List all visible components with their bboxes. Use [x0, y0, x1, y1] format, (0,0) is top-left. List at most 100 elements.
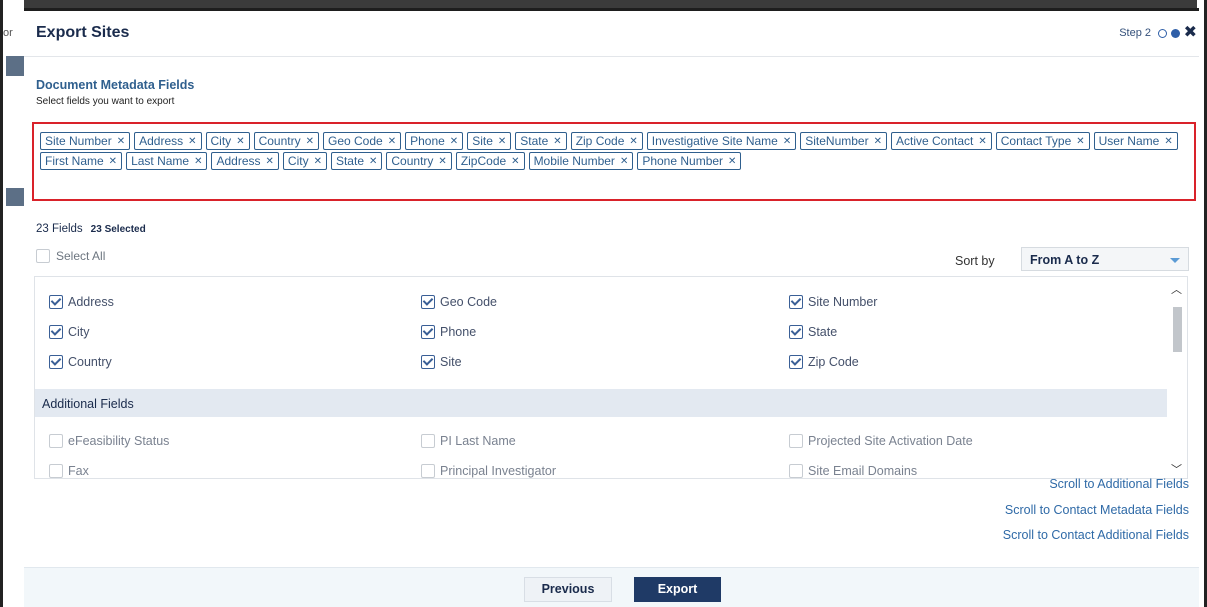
field-checkbox-item[interactable]: Projected Site Activation Date: [789, 434, 973, 448]
scroll-to-contact-additional-fields-link[interactable]: Scroll to Contact Additional Fields: [1003, 528, 1189, 542]
checkbox-icon: [49, 464, 63, 478]
selected-field-tag[interactable]: SiteNumber ✕: [800, 132, 887, 150]
remove-tag-icon[interactable]: ✕: [236, 136, 244, 147]
remove-tag-icon[interactable]: ✕: [1164, 136, 1172, 147]
selected-field-tag[interactable]: State ✕: [515, 132, 567, 150]
selected-field-tag[interactable]: Country ✕: [386, 152, 452, 170]
scroll-to-additional-fields-link[interactable]: Scroll to Additional Fields: [1049, 477, 1189, 491]
field-checkbox-item[interactable]: Zip Code: [789, 355, 859, 369]
remove-tag-icon[interactable]: ✕: [620, 156, 628, 167]
selected-field-tag[interactable]: Country ✕: [253, 132, 319, 150]
remove-tag-icon[interactable]: ✕: [498, 136, 506, 147]
remove-tag-icon[interactable]: ✕: [188, 136, 196, 147]
remove-tag-icon[interactable]: ✕: [306, 136, 314, 147]
field-checkbox-item[interactable]: City: [49, 325, 90, 339]
sort-by-dropdown[interactable]: From A to Z: [1021, 247, 1189, 271]
tag-label: Phone: [410, 134, 445, 148]
selected-field-tag[interactable]: Site ✕: [467, 132, 512, 150]
field-checkbox-item[interactable]: PI Last Name: [421, 434, 516, 448]
field-label: Address: [68, 295, 114, 309]
field-label: Site Number: [808, 295, 878, 309]
tag-label: Geo Code: [328, 134, 383, 148]
selected-field-tag[interactable]: Phone Number ✕: [637, 152, 742, 170]
tag-label: Active Contact: [895, 134, 974, 148]
scroll-to-contact-metadata-fields-link[interactable]: Scroll to Contact Metadata Fields: [1005, 503, 1189, 517]
select-all-checkbox[interactable]: Select All: [36, 249, 105, 263]
tag-label: Contact Type: [1000, 134, 1072, 148]
export-button[interactable]: Export: [634, 577, 721, 602]
additional-fields-header: Additional Fields: [35, 389, 1168, 417]
remove-tag-icon[interactable]: ✕: [314, 156, 322, 167]
remove-tag-icon[interactable]: ✕: [109, 156, 117, 167]
remove-tag-icon[interactable]: ✕: [266, 156, 274, 167]
sort-by-label: Sort by: [955, 254, 995, 268]
selected-field-tag[interactable]: Zip Code ✕: [570, 132, 643, 150]
field-checkbox-item[interactable]: Phone: [421, 325, 476, 339]
modal-header: Export Sites Step 2 ✖: [24, 11, 1199, 57]
selected-field-tag[interactable]: Address ✕: [134, 132, 202, 150]
field-label: Projected Site Activation Date: [808, 434, 973, 448]
chevron-down-icon[interactable]: ﹀: [1171, 461, 1182, 477]
selected-field-tag[interactable]: First Name ✕: [40, 152, 123, 170]
field-checkbox-item[interactable]: Country: [49, 355, 112, 369]
field-checkbox-item[interactable]: Principal Investigator: [421, 464, 556, 478]
tag-label: Address: [216, 154, 261, 168]
field-checkbox-item[interactable]: Geo Code: [421, 295, 497, 309]
remove-tag-icon[interactable]: ✕: [369, 156, 377, 167]
selected-field-tag[interactable]: Contact Type ✕: [995, 132, 1090, 150]
remove-tag-icon[interactable]: ✕: [117, 136, 125, 147]
selected-field-tag[interactable]: Geo Code ✕: [323, 132, 402, 150]
remove-tag-icon[interactable]: ✕: [783, 136, 791, 147]
selected-field-tag[interactable]: Last Name ✕: [126, 152, 208, 170]
checked-checkbox-icon: [49, 355, 63, 369]
selected-field-tag[interactable]: ZipCode ✕: [455, 152, 525, 170]
remove-tag-icon[interactable]: ✕: [1076, 136, 1084, 147]
checkbox-icon: [49, 434, 63, 448]
remove-tag-icon[interactable]: ✕: [388, 136, 396, 147]
field-checkbox-item[interactable]: Address: [49, 295, 114, 309]
selected-field-tag[interactable]: Investigative Site Name ✕: [646, 132, 797, 150]
selected-field-tag[interactable]: Site Number ✕: [40, 132, 131, 150]
checkbox-icon: [789, 464, 803, 478]
remove-tag-icon[interactable]: ✕: [978, 136, 986, 147]
sort-by-value: From A to Z: [1030, 253, 1100, 267]
chevron-up-icon[interactable]: ︿: [1171, 281, 1182, 297]
field-checkbox-item[interactable]: State: [789, 325, 837, 339]
checkbox-icon: [36, 249, 50, 263]
selected-field-tag[interactable]: Address ✕: [211, 152, 279, 170]
field-checkbox-item[interactable]: Fax: [49, 464, 89, 478]
field-checkbox-item[interactable]: Site Email Domains: [789, 464, 917, 478]
scroll-thumb[interactable]: [1173, 307, 1182, 352]
remove-tag-icon[interactable]: ✕: [450, 136, 458, 147]
remove-tag-icon[interactable]: ✕: [553, 136, 561, 147]
selected-field-tag[interactable]: State ✕: [330, 152, 383, 170]
field-label: Fax: [68, 464, 89, 478]
remove-tag-icon[interactable]: ✕: [438, 156, 446, 167]
previous-button[interactable]: Previous: [524, 577, 612, 602]
selected-field-tag[interactable]: Mobile Number ✕: [528, 152, 634, 170]
selected-field-tag[interactable]: User Name ✕: [1093, 132, 1178, 150]
selected-field-tag[interactable]: City ✕: [205, 132, 250, 150]
close-icon[interactable]: ✖: [1184, 22, 1197, 42]
remove-tag-icon[interactable]: ✕: [874, 136, 882, 147]
field-checkbox-item[interactable]: eFeasibility Status: [49, 434, 169, 448]
remove-tag-icon[interactable]: ✕: [194, 156, 202, 167]
field-checkbox-item[interactable]: Site Number: [789, 295, 877, 309]
remove-tag-icon[interactable]: ✕: [728, 156, 736, 167]
selected-field-tag[interactable]: City ✕: [282, 152, 327, 170]
field-checkbox-item[interactable]: Site: [421, 355, 462, 369]
field-label: Country: [68, 355, 112, 369]
caret-down-icon: [1170, 258, 1180, 263]
selected-field-tag[interactable]: Active Contact ✕: [890, 132, 992, 150]
tag-label: First Name: [45, 154, 104, 168]
fields-scrollbar[interactable]: ︿ ﹀: [1167, 277, 1187, 478]
remove-tag-icon[interactable]: ✕: [511, 156, 519, 167]
selected-field-tag[interactable]: Phone ✕: [405, 132, 464, 150]
step-2-indicator-icon: [1171, 29, 1180, 38]
remove-tag-icon[interactable]: ✕: [629, 136, 637, 147]
checked-checkbox-icon: [421, 325, 435, 339]
field-label: State: [808, 325, 838, 339]
background-app-left: or: [0, 0, 27, 607]
tag-label: City: [287, 154, 309, 168]
tag-label: Last Name: [131, 154, 190, 168]
